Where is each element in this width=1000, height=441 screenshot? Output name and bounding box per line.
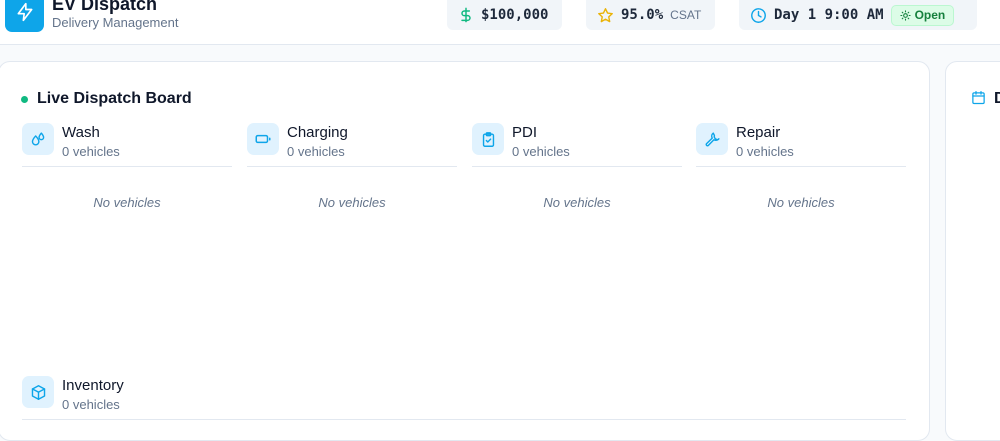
status-badge-label: Open <box>914 8 946 22</box>
wrench-icon <box>705 131 720 146</box>
app-subtitle: Delivery Management <box>52 15 179 30</box>
status-badge: Open <box>890 4 955 26</box>
column-count: 0 vehicles <box>287 144 345 159</box>
sun-icon <box>899 9 911 21</box>
lightning-bolt-icon <box>17 2 32 21</box>
column-empty-state: No vehicles <box>767 195 835 210</box>
column-empty-state: No vehicles <box>318 195 386 210</box>
column-header: Inventory 0 vehicles <box>22 376 906 420</box>
column-header: Wash 0 vehicles <box>22 123 232 167</box>
column-inventory: Inventory 0 vehicles <box>22 376 906 420</box>
column-icon <box>472 123 504 155</box>
game-clock-stat: Day 1 9:00 AM Open <box>739 0 977 30</box>
column-repair: Repair 0 vehicles No vehicles <box>696 123 906 210</box>
clock-icon <box>751 7 766 23</box>
csat-stat: 95.0% CSAT <box>586 0 715 30</box>
live-dispatch-board: Live Dispatch Board Wash 0 vehicles No v… <box>0 61 930 441</box>
side-panel-title: D <box>994 90 1000 107</box>
column-name: Repair <box>736 124 781 141</box>
app-logo[interactable] <box>5 0 44 32</box>
column-pdi: PDI 0 vehicles No vehicles <box>472 123 682 210</box>
column-count: 0 vehicles <box>736 144 794 159</box>
column-header: Repair 0 vehicles <box>696 123 906 167</box>
side-panel: D <box>945 61 1000 441</box>
column-wash: Wash 0 vehicles No vehicles <box>22 123 232 210</box>
dollar-icon <box>461 7 471 23</box>
droplets-icon <box>31 131 44 145</box>
column-icon <box>22 123 54 155</box>
csat-label: CSAT <box>670 8 702 22</box>
clipboard-check-icon <box>482 131 494 147</box>
column-name: PDI <box>512 124 538 141</box>
cash-balance-stat: $100,000 <box>447 0 562 30</box>
column-name: Inventory <box>62 377 124 394</box>
board-title: Live Dispatch Board <box>37 90 192 107</box>
column-header: Charging 0 vehicles <box>247 123 457 167</box>
live-indicator-dot <box>21 95 28 103</box>
column-empty-state: No vehicles <box>543 195 611 210</box>
column-header: PDI 0 vehicles <box>472 123 682 167</box>
package-icon <box>31 384 45 400</box>
app-header: EV Dispatch Delivery Management $100,000… <box>0 0 1000 45</box>
app-title: EV Dispatch <box>52 0 158 14</box>
column-count: 0 vehicles <box>62 144 120 159</box>
column-count: 0 vehicles <box>512 144 570 159</box>
battery-icon <box>255 134 271 144</box>
column-name: Wash <box>62 124 100 141</box>
star-icon <box>598 7 613 22</box>
column-icon <box>696 123 728 155</box>
column-icon <box>22 376 54 408</box>
column-charging: Charging 0 vehicles No vehicles <box>247 123 457 210</box>
column-icon <box>247 123 279 155</box>
column-count: 0 vehicles <box>62 397 120 412</box>
board-title-row: Live Dispatch Board <box>21 90 192 108</box>
csat-value: 95.0% <box>621 7 664 23</box>
cash-balance-value: $100,000 <box>481 7 549 23</box>
column-name: Charging <box>287 124 348 141</box>
game-clock-value: Day 1 9:00 AM <box>774 7 884 23</box>
column-empty-state: No vehicles <box>93 195 161 210</box>
calendar-icon <box>972 90 985 105</box>
